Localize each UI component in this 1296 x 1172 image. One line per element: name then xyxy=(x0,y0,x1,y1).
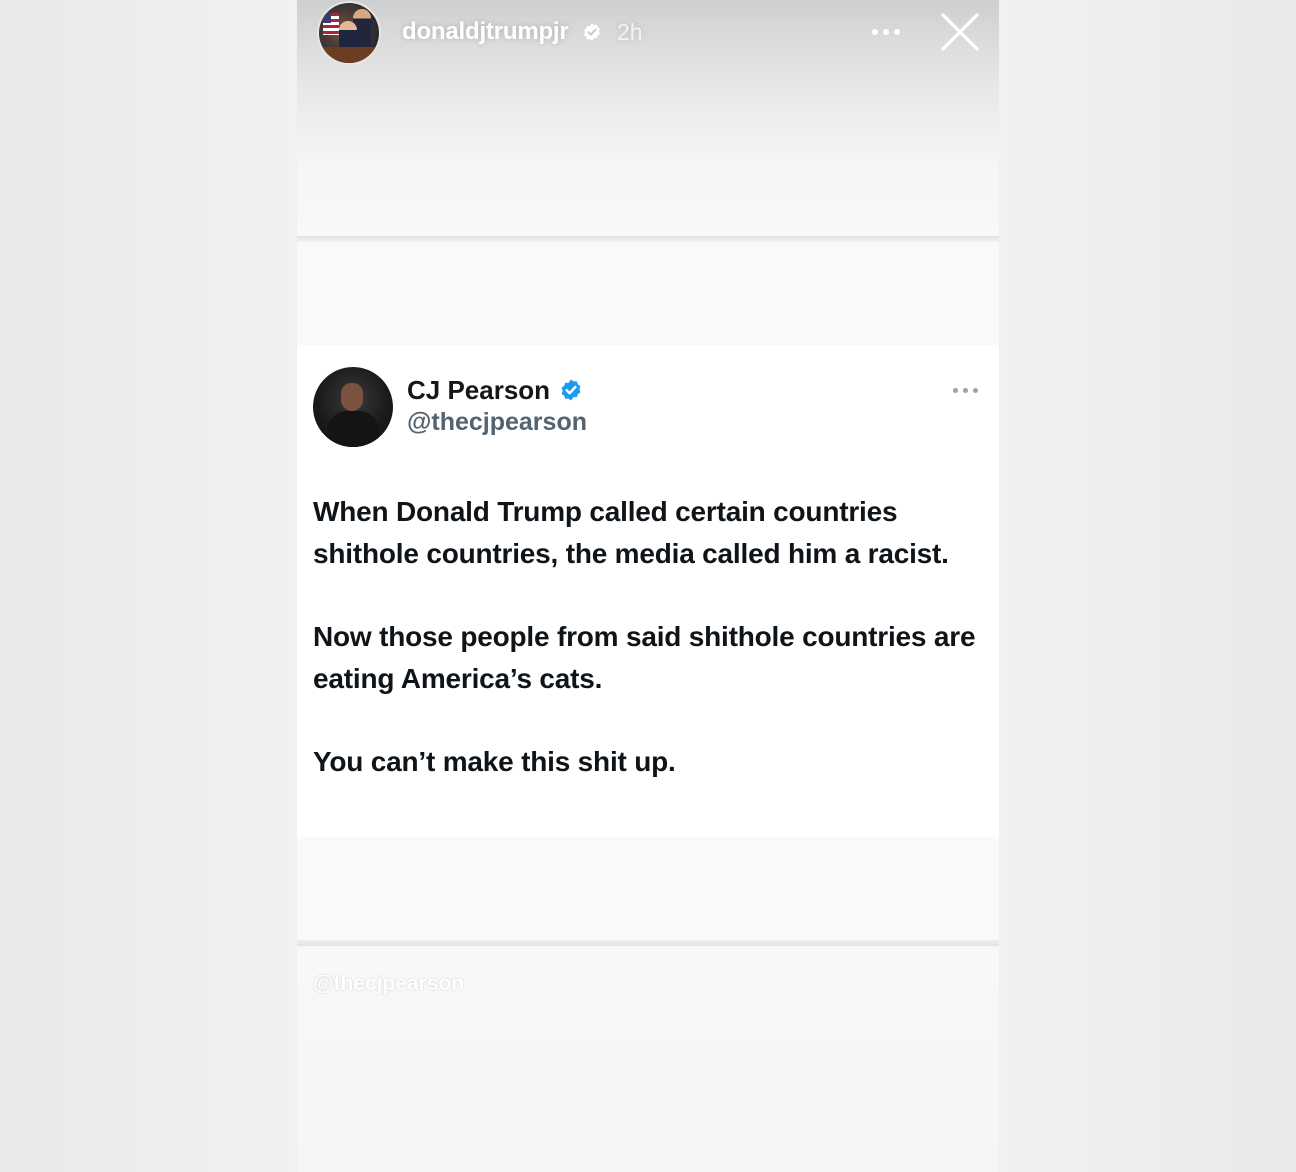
story-username[interactable]: donaldjtrumpjr xyxy=(402,18,569,46)
story-author-avatar[interactable] xyxy=(319,3,379,63)
story-header: donaldjtrumpjr 2h xyxy=(297,0,999,66)
tweet-author-avatar xyxy=(313,367,393,447)
more-options-icon[interactable] xyxy=(953,385,981,397)
close-icon[interactable] xyxy=(940,12,980,52)
tweet-text: When Donald Trump called certain countri… xyxy=(313,491,989,824)
tweet-paragraph: Now those people from said shithole coun… xyxy=(313,621,976,694)
tweet-author-handle: @thecjpearson xyxy=(407,408,587,436)
tweet-card: CJ Pearson @thecjpearson When Donald Tru… xyxy=(297,345,999,837)
screenshot-card-bottom-edge xyxy=(297,940,999,946)
more-options-icon[interactable] xyxy=(869,20,903,44)
tweet-paragraph: When Donald Trump called certain countri… xyxy=(313,496,949,569)
story-viewer: CJ Pearson @thecjpearson When Donald Tru… xyxy=(297,0,999,1172)
story-timestamp: 2h xyxy=(617,19,643,45)
blurred-backdrop-right xyxy=(999,0,1296,1172)
tweet-paragraph: You can’t make this shit up. xyxy=(313,746,676,777)
verified-badge-icon xyxy=(584,23,600,41)
mention-sticker[interactable]: @thecjpearson xyxy=(313,972,464,996)
blurred-backdrop-left xyxy=(0,0,297,1172)
tweet-author-name: CJ Pearson xyxy=(407,375,551,405)
verified-badge-icon xyxy=(561,379,581,401)
